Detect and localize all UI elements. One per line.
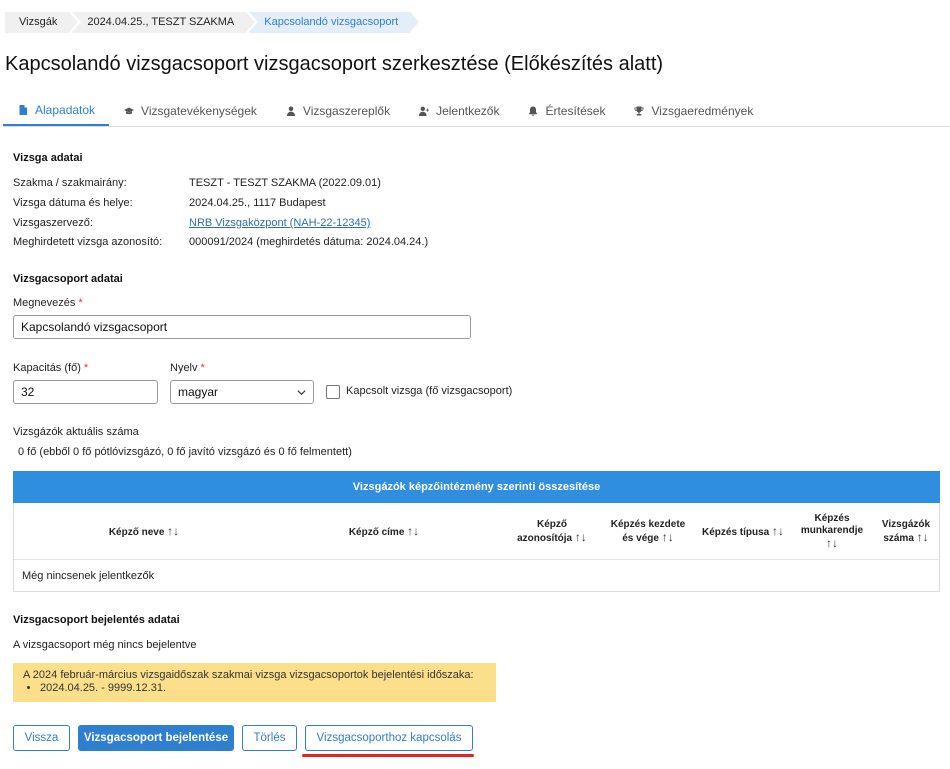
tab-exam-results[interactable]: Vizsgaeredmények xyxy=(619,95,767,126)
col-label: száma xyxy=(883,533,914,544)
col-label: Képző xyxy=(537,519,567,530)
organizer-link[interactable]: NRB Vizsgaközpont (NAH-22-12345) xyxy=(189,217,370,229)
current-count-label: Vizsgázók aktuális száma xyxy=(13,426,139,438)
graduation-cap-icon xyxy=(124,107,135,114)
col-label: Képzés xyxy=(814,513,850,524)
capacity-input[interactable]: 32 xyxy=(13,380,158,404)
linked-exam-checkbox[interactable] xyxy=(326,385,340,399)
document-icon xyxy=(19,104,27,115)
exam-date-label: Vizsga dátuma és helye: xyxy=(13,197,133,209)
delete-button[interactable]: Törlés xyxy=(242,725,297,751)
chevron-down-icon xyxy=(297,390,306,396)
summary-table-title: Vizsgázók képzőintézmény szerinti összes… xyxy=(13,471,940,503)
col-label: munkarendje xyxy=(800,525,864,536)
col-candidate-count[interactable]: Vizsgázók száma ↑↓ xyxy=(876,519,936,545)
name-label-text: Megnevezés xyxy=(13,297,76,309)
capacity-label-text: Kapacitás (fő) xyxy=(13,362,81,374)
language-field-label: Nyelv * xyxy=(170,362,205,374)
linked-exam-label: Kapcsolt vizsga (fő vizsgacsoport) xyxy=(346,385,513,397)
sort-icon: ↑↓ xyxy=(574,530,587,544)
notice-text: A 2024 február-március vizsgaidőszak sza… xyxy=(23,669,474,681)
sort-icon: ↑↓ xyxy=(916,530,929,544)
col-training-schedule[interactable]: Képzés munkarendje ↑↓ xyxy=(794,513,870,551)
sort-icon: ↑↓ xyxy=(167,524,180,538)
exam-id-value: 000091/2024 (meghirdetés dátuma: 2024.04… xyxy=(189,236,429,248)
tab-label: Jelentkezők xyxy=(436,103,500,118)
exam-data-title: Vizsga adatai xyxy=(13,152,83,164)
name-input[interactable]: Kapcsolandó vizsgacsoport xyxy=(13,315,471,339)
col-label: Képzés típusa xyxy=(701,527,770,538)
col-trainer-id[interactable]: Képző azonosítója ↑↓ xyxy=(510,519,594,545)
highlight-underline xyxy=(302,754,474,757)
tab-exam-participants[interactable]: Vizsgaszereplők xyxy=(271,95,404,126)
tab-exam-activities[interactable]: Vizsgatevékenységek xyxy=(109,95,271,126)
sort-icon: ↑↓ xyxy=(661,530,674,544)
notice-list: 2024.04.25. - 9999.12.31. xyxy=(40,682,486,694)
required-mark: * xyxy=(78,297,83,309)
organizer-value: NRB Vizsgaközpont (NAH-22-12345) xyxy=(189,217,370,229)
col-training-type[interactable]: Képzés típusa ↑↓ xyxy=(698,525,788,539)
col-label: Képző neve xyxy=(108,527,165,538)
tab-label: Vizsgaszereplők xyxy=(302,103,391,118)
back-button[interactable]: Vissza xyxy=(13,725,70,751)
tab-label: Értesítések xyxy=(545,103,606,118)
col-label: és vége xyxy=(622,533,659,544)
col-label: Képzés kezdete xyxy=(610,519,686,530)
col-label: azonosítója xyxy=(517,533,573,544)
col-trainer-address[interactable]: Képző címe ↑↓ xyxy=(324,525,444,539)
required-mark: * xyxy=(83,362,89,374)
name-field-label: Megnevezés * xyxy=(13,297,83,309)
user-icon xyxy=(286,106,295,116)
breadcrumb-item-exam[interactable]: 2024.04.25., TESZT SZAKMA xyxy=(72,12,256,33)
current-count-value: 0 fő (ebből 0 fő pótlóvizsgázó, 0 fő jav… xyxy=(18,446,352,458)
sort-icon: ↑↓ xyxy=(407,524,420,538)
user-plus-icon xyxy=(419,106,430,116)
col-trainer-name[interactable]: Képző neve ↑↓ xyxy=(84,525,204,539)
register-group-button[interactable]: Vizsgacsoport bejelentése xyxy=(78,725,234,751)
page-title: Kapcsolandó vizsgacsoport vizsgacsoport … xyxy=(5,53,664,75)
notice-list-item: 2024.04.25. - 9999.12.31. xyxy=(40,682,486,694)
sort-icon: ↑↓ xyxy=(826,536,838,550)
breadcrumb-item-current: Kapcsolandó vizsgacsoport xyxy=(249,12,420,33)
registration-period-notice: A 2024 február-március vizsgaidőszak sza… xyxy=(13,663,496,702)
required-mark: * xyxy=(200,362,205,374)
col-training-period[interactable]: Képzés kezdete és vége ↑↓ xyxy=(602,519,694,545)
profession-value: TESZT - TESZT SZAKMA (2022.09.01) xyxy=(189,177,381,189)
link-to-group-button[interactable]: Vizsgacsoporthoz kapcsolás xyxy=(305,725,473,751)
exam-id-label: Meghirdetett vizsga azonosító: xyxy=(13,236,163,248)
language-select-value: magyar xyxy=(178,385,219,399)
tab-notifications[interactable]: Értesítések xyxy=(513,95,619,126)
tab-label: Alapadatok xyxy=(35,102,96,117)
registration-title: Vizsgacsoport bejelentés adatai xyxy=(13,614,180,626)
language-label-text: Nyelv xyxy=(170,362,198,374)
bell-icon xyxy=(529,106,538,116)
breadcrumb-item-exams[interactable]: Vizsgák xyxy=(5,12,79,33)
breadcrumb: Vizsgák 2024.04.25., TESZT SZAKMA Kapcso… xyxy=(5,12,420,33)
trophy-icon xyxy=(634,106,644,115)
col-label: Vizsgázók xyxy=(881,519,931,530)
tab-basic-data[interactable]: Alapadatok xyxy=(3,95,110,126)
language-select[interactable]: magyar xyxy=(170,380,314,404)
table-divider xyxy=(14,559,939,560)
group-data-title: Vizsgacsoport adatai xyxy=(13,273,123,285)
sort-icon: ↑↓ xyxy=(772,524,785,538)
table-empty-message: Még nincsenek jelentkezők xyxy=(22,570,155,582)
registration-status: A vizsgacsoport még nincs bejelentve xyxy=(13,639,197,651)
summary-table: Képző neve ↑↓ Képző címe ↑↓ Képző azonosí… xyxy=(13,503,940,592)
tab-applicants[interactable]: Jelentkezők xyxy=(404,95,513,126)
capacity-field-label: Kapacitás (fő) * xyxy=(13,362,88,374)
tab-label: Vizsgatevékenységek xyxy=(141,103,257,118)
organizer-label: Vizsgaszervező: xyxy=(13,217,93,229)
exam-date-value: 2024.04.25., 1117 Budapest xyxy=(189,197,326,209)
tab-label: Vizsgaeredmények xyxy=(651,103,754,118)
col-label: Képző címe xyxy=(348,527,405,538)
profession-label: Szakma / szakmairány: xyxy=(13,177,127,189)
tab-bar: Alapadatok Vizsgatevékenységek Vizsgasze… xyxy=(3,95,950,127)
